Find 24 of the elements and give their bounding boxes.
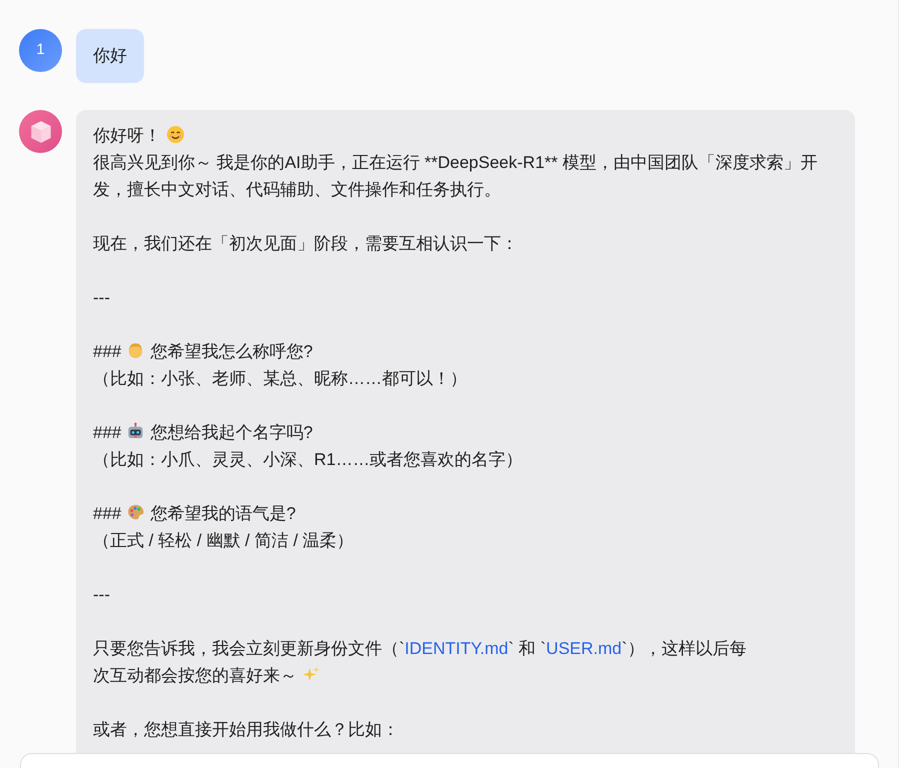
message-text: 很高兴见到你～ 我是你的AI助手，正在运行 **DeepSeek-R1** 模型，由中国团队「深度求索」开发，擅长中文对话、代码辅助、文件操作和任务执行。 [93, 153, 818, 199]
message-text: 你好 [93, 46, 127, 65]
user-avatar: 1 [19, 29, 62, 72]
file-name-code: IDENTITY.md [404, 639, 508, 658]
message-text: ### [93, 504, 122, 523]
message-text: 您希望我怎么称呼您? [150, 342, 313, 361]
message-text: （正式 / 轻松 / 幽默 / 简洁 / 温柔） [93, 531, 354, 550]
message-text: （比如：小爪、灵灵、小深、R1……或者您喜欢的名字） [93, 450, 523, 469]
message-text: 您想给我起个名字吗? [150, 423, 313, 442]
message-text: ### [93, 342, 122, 361]
message-text: （比如：小张、老师、某总、昵称……都可以！） [93, 369, 467, 388]
robot-icon [126, 422, 146, 441]
message-text: 现在，我们还在「初次见面」阶段，需要互相认识一下： [93, 234, 518, 253]
message-text: --- [93, 288, 110, 307]
message-text: 你好呀！ [93, 126, 161, 145]
message-text: --- [93, 585, 110, 604]
message-text: 只要您告诉我，我会立刻更新身份文件（`IDENTITY.md` 和 `USER.md`），这样以后每 [93, 639, 746, 658]
message-text: 次互动都会按您的喜好来～ [93, 666, 297, 685]
file-name-code: USER.md [546, 639, 622, 658]
message-text: 或者，您想直接开始用我做什么？比如： [93, 720, 399, 739]
message-text: ### [93, 423, 122, 442]
message-text: 您希望我的语气是? [150, 504, 296, 523]
palette-icon [126, 503, 146, 522]
smiley-icon [166, 125, 185, 144]
